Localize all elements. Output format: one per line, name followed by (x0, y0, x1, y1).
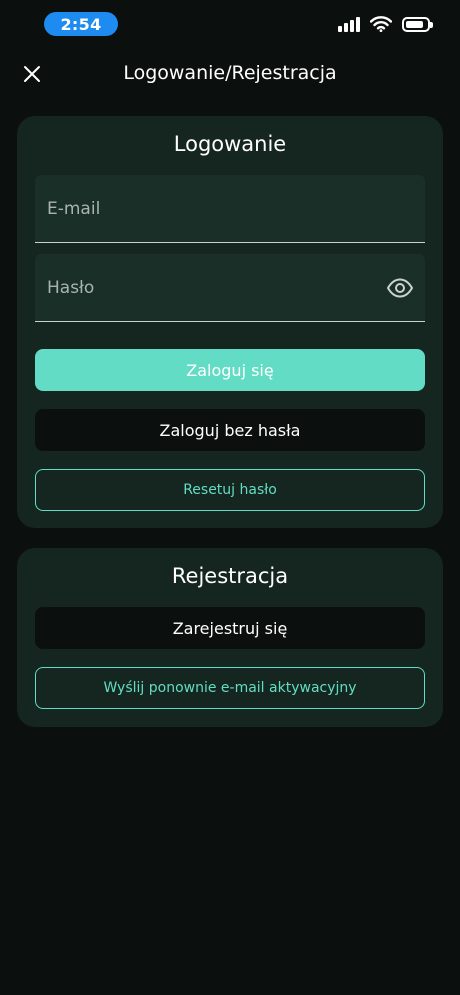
status-bar: 2:54 (0, 0, 460, 48)
email-input[interactable] (35, 175, 425, 242)
status-icons (338, 16, 433, 32)
register-title: Rejestracja (171, 564, 289, 588)
login-title: Logowanie (173, 132, 287, 156)
status-time: 2:54 (44, 12, 118, 36)
page-title: Logowanie/Rejestracja (123, 62, 337, 84)
reset-password-button[interactable]: Resetuj hasło (35, 469, 425, 511)
battery-icon (402, 16, 433, 32)
cellular-signal-icon (338, 16, 360, 32)
wifi-icon (370, 16, 392, 32)
passwordless-login-button[interactable]: Zaloguj bez hasła (35, 409, 425, 451)
email-field (35, 175, 425, 243)
resend-activation-button[interactable]: Wyślij ponownie e-mail aktywacyjny (35, 667, 425, 709)
register-card: Rejestracja Zarejestruj się Wyślij ponow… (17, 548, 443, 727)
password-field (35, 254, 425, 322)
login-button[interactable]: Zaloguj się (35, 349, 425, 391)
login-card: Logowanie Zaloguj się Zaloguj bez hasła … (17, 116, 443, 528)
register-button[interactable]: Zarejestruj się (35, 607, 425, 649)
top-app-bar: Logowanie/Rejestracja (0, 52, 460, 96)
battery-level (406, 20, 423, 28)
show-password-button[interactable] (385, 274, 415, 302)
eye-icon (386, 278, 414, 298)
password-input[interactable] (35, 254, 425, 321)
login-register-screen: 2:54 Logowanie/Rejestracja Logowanie E-m… (0, 0, 460, 995)
